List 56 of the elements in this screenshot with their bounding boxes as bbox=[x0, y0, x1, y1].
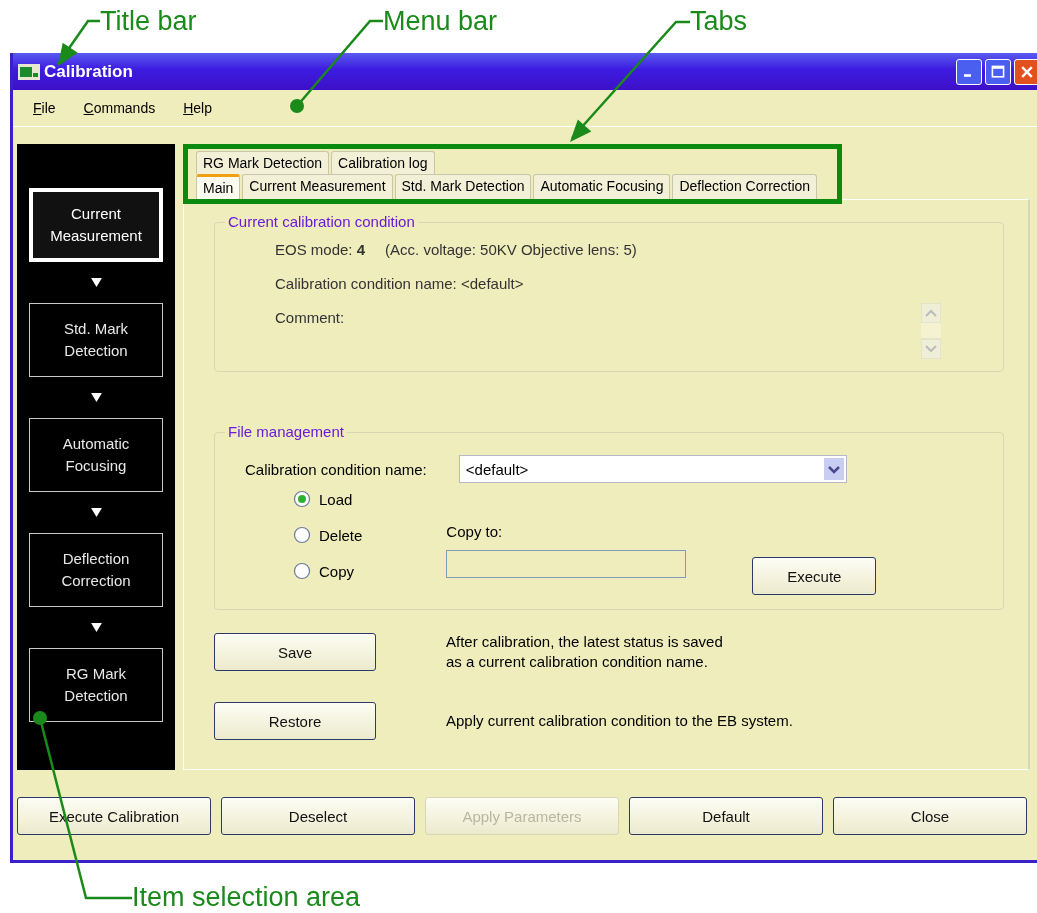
window-title: Calibration bbox=[44, 61, 133, 82]
action-button[interactable]: Restore bbox=[214, 702, 376, 740]
radio-icon[interactable] bbox=[293, 526, 311, 544]
leader-line bbox=[56, 19, 100, 66]
item-box[interactable]: Current Measurement bbox=[29, 188, 163, 262]
item-box[interactable]: Deflection Correction bbox=[29, 533, 163, 607]
down-arrow-icon bbox=[90, 278, 102, 287]
radio-option[interactable]: Load bbox=[293, 489, 363, 509]
maximize-icon bbox=[990, 63, 1006, 80]
down-arrow-icon bbox=[90, 508, 102, 517]
condition-name-label: Calibration condition name: bbox=[245, 460, 427, 478]
action-description: After calibration, the latest status is saved as a current calibration condition name. bbox=[446, 632, 723, 672]
condition-name-dropdown[interactable]: <default> bbox=[458, 455, 847, 483]
item-box[interactable]: Std. Mark Detection bbox=[29, 303, 163, 377]
minimize-icon bbox=[963, 74, 971, 77]
dialog-button[interactable]: Deselect bbox=[221, 797, 415, 835]
close-button[interactable] bbox=[1014, 58, 1037, 85]
tab[interactable]: Current Measurement bbox=[242, 174, 393, 199]
callout-label: Tabs bbox=[690, 6, 748, 36]
action-button[interactable]: Save bbox=[214, 633, 376, 671]
group-title: File management bbox=[225, 423, 347, 440]
details-text: (Acc. voltage: 50KV Objective lens: 5) bbox=[385, 241, 637, 258]
copy-to-field[interactable] bbox=[446, 550, 687, 578]
copy-to-label: Copy to: bbox=[446, 523, 504, 540]
condition-name-text: Calibration condition name: <default> bbox=[275, 275, 524, 292]
tab[interactable]: Main bbox=[196, 174, 241, 199]
callout-label: Title bar bbox=[100, 6, 197, 36]
group-title: Current calibration condition bbox=[225, 213, 418, 230]
action-description: Apply current calibration condition to the EB system. bbox=[446, 711, 793, 731]
tab[interactable]: RG Mark Detection bbox=[196, 151, 330, 174]
eos-mode-label: EOS mode: 4 bbox=[275, 241, 366, 258]
item-box[interactable]: Automatic Focusing bbox=[29, 418, 163, 492]
item-box[interactable]: RG Mark Detection bbox=[29, 648, 163, 722]
menu-item[interactable]: File bbox=[33, 100, 56, 116]
scroll-bar[interactable] bbox=[921, 303, 941, 359]
app-icon bbox=[18, 63, 40, 80]
menu-item[interactable]: Help bbox=[183, 100, 212, 116]
radio-icon[interactable] bbox=[293, 490, 311, 508]
callout-label: Menu bar bbox=[383, 6, 498, 36]
down-arrow-icon bbox=[90, 393, 102, 402]
execute-button[interactable]: Execute bbox=[752, 557, 877, 595]
tab[interactable]: Automatic Focusing bbox=[533, 174, 671, 199]
radio-icon[interactable] bbox=[293, 562, 311, 580]
maximize-button[interactable] bbox=[985, 58, 1011, 85]
minimize-button[interactable] bbox=[956, 58, 982, 85]
tab[interactable]: Deflection Correction bbox=[672, 174, 818, 199]
tab[interactable]: Calibration log bbox=[331, 151, 435, 174]
dialog-button[interactable]: Default bbox=[629, 797, 823, 835]
tab[interactable]: Std. Mark Detection bbox=[394, 174, 532, 199]
callout-label: Item selection area bbox=[132, 882, 361, 912]
radio-option[interactable]: Delete bbox=[293, 525, 363, 545]
radio-option[interactable]: Copy bbox=[293, 561, 363, 581]
menu-item[interactable]: Commands bbox=[83, 100, 156, 116]
dialog-button[interactable]: Close bbox=[833, 797, 1027, 835]
down-arrow-icon bbox=[90, 623, 102, 632]
comment-label: Comment: bbox=[275, 309, 345, 326]
